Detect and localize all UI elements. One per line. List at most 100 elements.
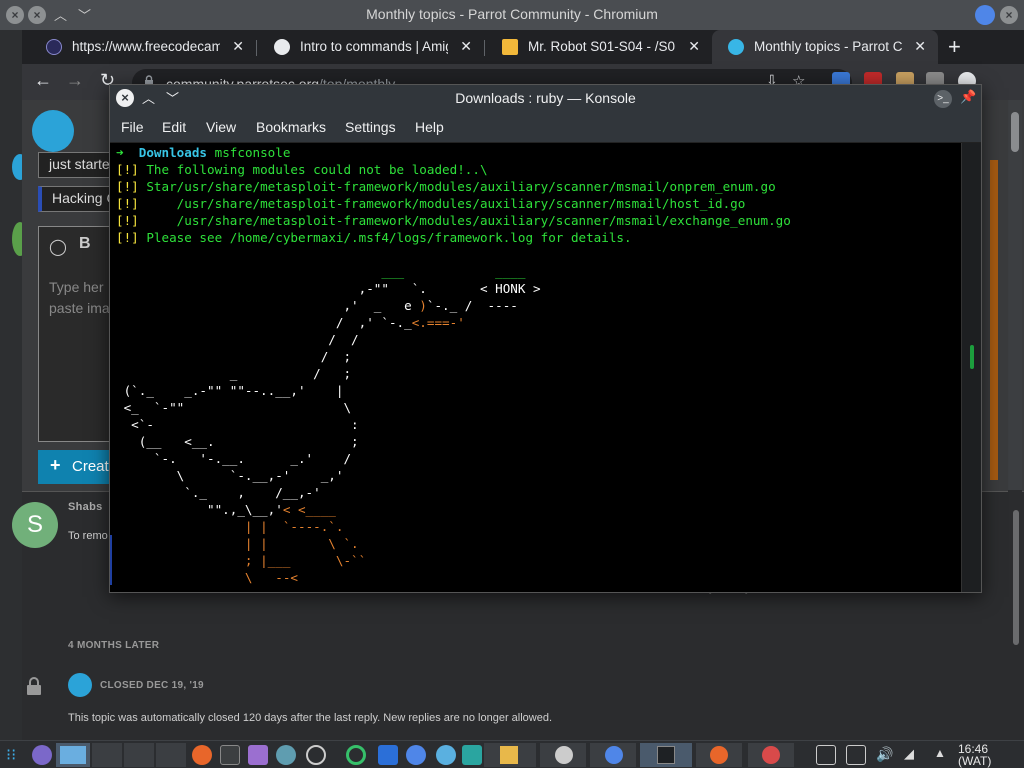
freecodecamp-icon [46, 39, 62, 55]
konsole-menubar: File Edit View Bookmarks Settings Help [110, 113, 981, 143]
vscode-icon[interactable] [378, 745, 398, 765]
user-avatar-shabs[interactable]: S [12, 502, 58, 548]
gear-icon [274, 39, 290, 55]
warning-line: Star/usr/share/metasploit-framework/modu… [146, 179, 776, 194]
task-konsole[interactable] [640, 743, 692, 767]
honk-text: < HONK > [479, 281, 541, 296]
terminal-icon[interactable] [220, 745, 240, 765]
pin-icon[interactable]: 📌 [960, 89, 976, 105]
parrot-logo [32, 110, 74, 152]
warning-tag: [!] [116, 162, 139, 177]
terminal-icon[interactable]: >_ [934, 90, 952, 108]
tab-freecodecamp[interactable]: https://www.freecodecamp ✕ [30, 30, 256, 64]
tab-close-icon[interactable]: ✕ [688, 38, 700, 55]
task-files[interactable] [484, 743, 536, 767]
prompt-arrow: ➜ [116, 145, 124, 160]
clock[interactable]: 16:46 (WAT) 2021-09-18 [958, 743, 1024, 768]
konsole-window: × ︿ ﹀ Downloads : ruby — Konsole >_ 📌 Fi… [109, 84, 982, 593]
accent-bar [990, 160, 998, 480]
warning-line: The following modules could not be loade… [146, 162, 488, 177]
files-icon[interactable] [462, 745, 482, 765]
chromium-window-title: Monthly topics - Parrot Community - Chro… [366, 6, 658, 22]
taskbar: ⁝⁝ 🔊 ◢ ▲ 16:46 (WAT) 2021-09-18 [0, 740, 1024, 768]
closed-date: CLOSED DEC 19, '19 [100, 680, 204, 691]
google-drive-icon [502, 39, 518, 55]
lock-icon [24, 676, 44, 696]
text-editor-icon[interactable] [248, 745, 268, 765]
virtual-desktop-3[interactable] [124, 743, 154, 767]
tray-expand-icon[interactable]: ▲ [934, 746, 946, 760]
time-gap-label: 4 MONTHS LATER [68, 640, 160, 651]
close-window-right-button[interactable]: × [1000, 6, 1018, 24]
terminal-output[interactable]: ➜ Downloads msfconsole [!] The following… [110, 143, 961, 592]
tab-close-icon[interactable]: ✕ [232, 38, 244, 55]
back-icon[interactable]: ← [34, 70, 52, 91]
terminal-edge [110, 535, 112, 585]
task-chromium[interactable] [590, 743, 636, 767]
tab-label: https://www.freecodecamp [72, 39, 220, 54]
plus-icon: + [50, 455, 61, 475]
editor-placeholder-line-1: Type her [49, 279, 104, 295]
volume-icon[interactable]: 🔊 [876, 746, 893, 763]
tab-close-icon[interactable]: ✕ [460, 38, 472, 55]
create-button-label: Creat [72, 458, 109, 475]
konsole-title: Downloads : ruby — Konsole [455, 90, 636, 106]
tab-mr-robot[interactable]: Mr. Robot S01-S04 - /S01/7 ✕ [486, 30, 712, 64]
composer-scrollbar[interactable] [1008, 100, 1022, 500]
task-firefox[interactable] [696, 743, 742, 767]
virtual-desktop-4[interactable] [156, 743, 186, 767]
menu-bookmarks[interactable]: Bookmarks [256, 119, 326, 135]
clipboard-icon[interactable] [816, 745, 836, 765]
system-monitor-icon[interactable] [306, 745, 326, 765]
virtual-desktop-1[interactable] [56, 743, 90, 767]
tab-label: Mr. Robot S01-S04 - /S01/7 [528, 39, 676, 54]
reply-author[interactable]: Shabs [68, 501, 103, 513]
task-app-2[interactable] [748, 743, 794, 767]
keyboard-icon[interactable] [846, 745, 866, 765]
page-left-gutter [0, 100, 28, 740]
task-app[interactable] [540, 743, 586, 767]
firefox-icon[interactable] [192, 745, 212, 765]
goose-ascii-art: ___ ____ ,-"" `. < HONK > ,' _ e )`-._ /… [123, 264, 541, 585]
activity-icon[interactable] [346, 745, 366, 765]
closed-message: This topic was automatically closed 120 … [68, 712, 553, 724]
settings-icon[interactable] [276, 745, 296, 765]
chromium-icon[interactable] [406, 745, 426, 765]
app-launcher-icon[interactable]: ⁝⁝ [6, 745, 16, 765]
page-scrollbar[interactable] [1008, 490, 1022, 740]
desktop: × × ︿ ﹀ Monthly topics - Parrot Communit… [0, 0, 1024, 768]
tab-intro-commands[interactable]: Intro to commands | Amig ✕ [258, 30, 484, 64]
forward-icon[interactable]: → [66, 70, 84, 91]
prompt-directory: Downloads [138, 145, 208, 160]
tab-strip: https://www.freecodecamp ✕ Intro to comm… [22, 30, 1024, 64]
new-tab-button[interactable]: + [948, 34, 961, 60]
warning-tag: [!] [116, 179, 139, 194]
tab-label: Intro to commands | Amig [300, 39, 448, 54]
terminal-scrollbar[interactable] [961, 143, 981, 592]
editor-placeholder-line-2: paste ima [49, 300, 110, 316]
menu-edit[interactable]: Edit [162, 119, 186, 135]
warning-tag: [!] [116, 196, 139, 211]
konsole-titlebar: × ︿ ﹀ Downloads : ruby — Konsole >_ 📌 [110, 85, 981, 113]
network-icon[interactable] [436, 745, 456, 765]
speech-bubble-icon[interactable]: ◯ [49, 237, 67, 257]
menu-view[interactable]: View [206, 119, 236, 135]
chromium-titlebar: × × ︿ ﹀ Monthly topics - Parrot Communit… [0, 0, 1024, 30]
tab-label: Monthly topics - Parrot Co [754, 39, 902, 54]
parrot-icon [728, 39, 744, 55]
chromium-profile-icon[interactable] [975, 5, 995, 25]
warning-line: /usr/share/metasploit-framework/modules/… [146, 213, 791, 228]
parrot-avatar[interactable] [68, 673, 92, 697]
menu-settings[interactable]: Settings [345, 119, 396, 135]
prompt-command: msfconsole [214, 145, 291, 160]
virtual-desktop-2[interactable] [92, 743, 122, 767]
warning-tag: [!] [116, 230, 139, 245]
bold-icon[interactable]: B [79, 235, 91, 253]
warning-tag: [!] [116, 213, 139, 228]
tab-close-icon[interactable]: ✕ [914, 38, 926, 55]
menu-help[interactable]: Help [415, 119, 444, 135]
parrot-menu-icon[interactable] [32, 745, 52, 765]
network-status-icon[interactable]: ◢ [904, 746, 914, 762]
menu-file[interactable]: File [121, 119, 144, 135]
tab-monthly-topics[interactable]: Monthly topics - Parrot Co ✕ [712, 30, 938, 64]
